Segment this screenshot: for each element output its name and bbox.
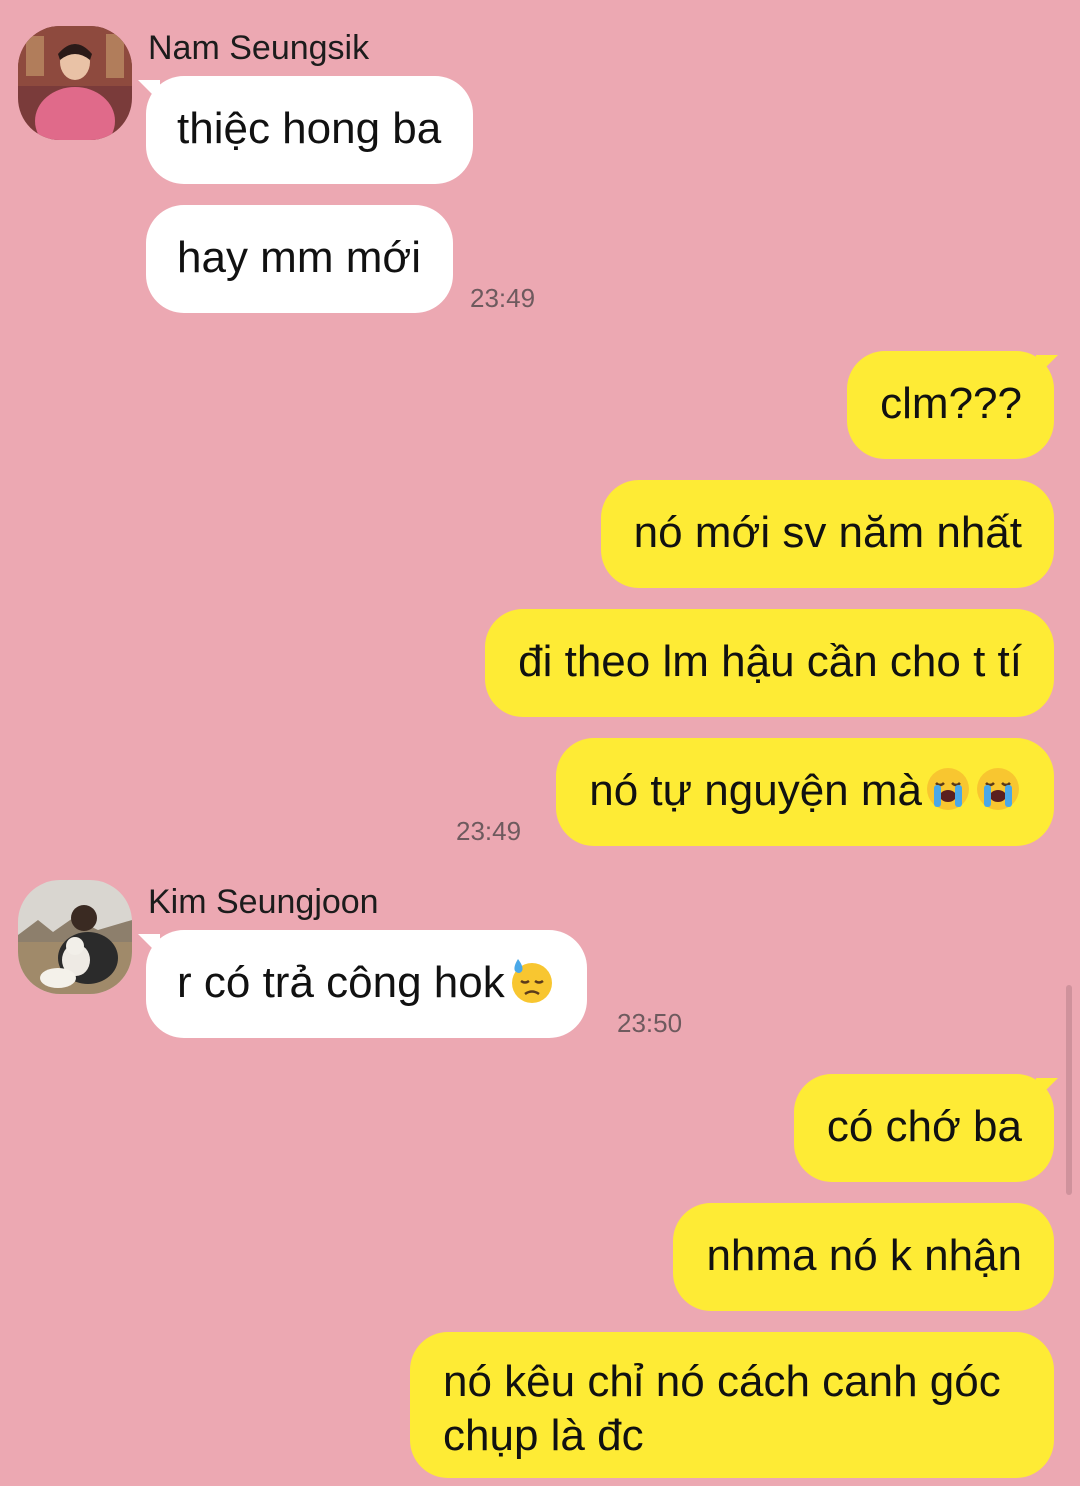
- message-text: nó tự nguyện mà: [589, 766, 922, 815]
- outgoing-message[interactable]: đi theo lm hậu cần cho t tí: [485, 609, 1054, 717]
- message-time: 23:50: [617, 1008, 683, 1038]
- sender-name: Kim Seungjoon: [148, 883, 379, 921]
- sender-name: Nam Seungsik: [148, 29, 370, 67]
- incoming-message[interactable]: r có trả công hok: [146, 930, 587, 1038]
- outgoing-message[interactable]: nó tự nguyện mà: [556, 738, 1054, 846]
- avatar-photo-icon: [18, 880, 132, 994]
- incoming-message[interactable]: thiệc hong ba: [146, 76, 474, 184]
- loudly-crying-face-icon: [974, 765, 1022, 813]
- outgoing-message[interactable]: có chớ ba: [793, 1074, 1054, 1182]
- message-text: r có trả công hok: [177, 958, 505, 1007]
- outgoing-message[interactable]: nó mới sv năm nhất: [600, 480, 1054, 588]
- avatar[interactable]: [18, 26, 132, 140]
- avatar[interactable]: [18, 880, 132, 994]
- downcast-face-with-sweat-icon: [507, 957, 555, 1005]
- avatar-photo-icon: [18, 26, 132, 140]
- scrollbar[interactable]: [1066, 985, 1072, 1195]
- loudly-crying-face-icon: [924, 765, 972, 813]
- message-time: 23:49: [456, 816, 522, 846]
- outgoing-message[interactable]: clm???: [847, 351, 1054, 459]
- chat-area[interactable]: Nam Seungsik thiệc hong ba hay mm mới 23…: [0, 0, 1080, 1486]
- incoming-message[interactable]: hay mm mới: [146, 205, 453, 313]
- outgoing-message[interactable]: nó kêu chỉ nó cách canh góc chụp là đc: [410, 1332, 1054, 1478]
- message-time: 23:49: [470, 283, 536, 313]
- outgoing-message[interactable]: nhma nó k nhận: [673, 1203, 1054, 1311]
